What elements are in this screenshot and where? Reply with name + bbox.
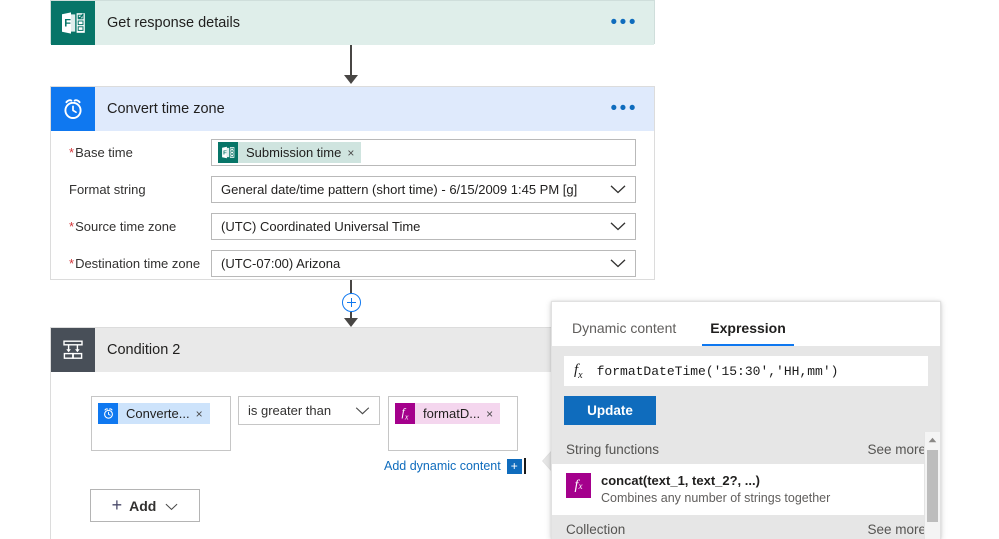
function-fx-icon: fx bbox=[574, 361, 583, 381]
required-asterisk: * bbox=[69, 256, 75, 271]
add-dynamic-content-link[interactable]: Add dynamic content + bbox=[384, 458, 526, 474]
token-label: Submission time bbox=[246, 145, 342, 160]
base-time-input[interactable]: F Submission time × bbox=[211, 139, 636, 166]
card-header: Condition 2 bbox=[51, 328, 609, 372]
card-title: Condition 2 bbox=[107, 342, 181, 358]
alarm-clock-icon bbox=[98, 403, 118, 424]
section-title: String functions bbox=[566, 442, 660, 457]
destination-time-zone-value: (UTC-07:00) Arizona bbox=[221, 256, 341, 271]
field-label-destination-time-zone: *Destination time zone bbox=[69, 256, 201, 271]
condition-left-operand-input[interactable]: Converte... × bbox=[91, 396, 231, 451]
field-source-time-zone: *Source time zone (UTC) Coordinated Univ… bbox=[69, 213, 636, 240]
chevron-down-icon bbox=[165, 498, 178, 514]
condition-right-operand-input[interactable]: fx formatD... × bbox=[388, 396, 518, 451]
token-submission-time[interactable]: F Submission time × bbox=[218, 142, 362, 163]
function-description: Combines any number of strings together bbox=[601, 491, 831, 505]
source-time-zone-value: (UTC) Coordinated Universal Time bbox=[221, 219, 421, 234]
svg-text:F: F bbox=[223, 150, 227, 156]
format-string-dropdown[interactable]: General date/time pattern (short time) -… bbox=[211, 176, 636, 203]
scrollbar-up-arrow[interactable] bbox=[925, 432, 940, 448]
scrollbar-thumb[interactable] bbox=[927, 450, 938, 522]
expression-value: formatDateTime('15:30','HH,mm') bbox=[596, 363, 839, 379]
function-list-item-concat[interactable]: fx concat(text_1, text_2?, ...) Combines… bbox=[552, 464, 940, 515]
token-label: formatD... bbox=[423, 406, 481, 421]
expression-input[interactable]: fx formatDateTime('15:30','HH,mm') bbox=[564, 356, 928, 386]
panel-tab-list: Dynamic content Expression bbox=[552, 302, 940, 346]
function-fx-icon: fx bbox=[566, 473, 591, 498]
token-remove-button[interactable]: × bbox=[196, 407, 210, 421]
see-more-link-string-functions[interactable]: See more bbox=[867, 442, 926, 457]
card-title: Get response details bbox=[107, 15, 240, 31]
add-dynamic-content-plus-icon[interactable]: + bbox=[506, 458, 522, 474]
field-label-base-time: *Base time bbox=[69, 145, 133, 160]
see-more-link-collection[interactable]: See more bbox=[867, 522, 926, 537]
condition-operator-value: is greater than bbox=[248, 403, 332, 418]
card-icon-slot bbox=[51, 87, 95, 131]
text-cursor-caret bbox=[523, 458, 526, 474]
tab-dynamic-content[interactable]: Dynamic content bbox=[564, 320, 684, 346]
card-icon-slot bbox=[51, 328, 95, 372]
card-overflow-menu-button[interactable]: ••• bbox=[611, 99, 638, 118]
token-converted-time[interactable]: Converte... × bbox=[98, 403, 210, 424]
card-icon-slot: F bbox=[51, 1, 95, 45]
field-destination-time-zone: *Destination time zone (UTC-07:00) Arizo… bbox=[69, 250, 636, 277]
action-card-convert-time-zone[interactable]: Convert time zone ••• *Base time F Submi… bbox=[50, 86, 655, 280]
function-fx-icon: fx bbox=[395, 403, 415, 424]
chevron-down-icon bbox=[610, 256, 626, 271]
convert-time-zone-fields: *Base time F Submission time × Format st… bbox=[51, 131, 654, 297]
update-button[interactable]: Update bbox=[564, 396, 656, 425]
connector-arrow-forms-to-ctz bbox=[344, 75, 358, 84]
token-remove-button[interactable]: × bbox=[347, 146, 361, 160]
condition-branch-icon bbox=[51, 328, 95, 372]
destination-time-zone-dropdown[interactable]: (UTC-07:00) Arizona bbox=[211, 250, 636, 277]
function-name: concat(text_1, text_2?, ...) bbox=[601, 473, 760, 488]
token-format-datetime-expression[interactable]: fx formatD... × bbox=[395, 403, 501, 424]
condition-expression-row: Converte... × is greater than fx formatD… bbox=[51, 372, 609, 474]
required-asterisk: * bbox=[69, 145, 75, 160]
condition-operator-dropdown[interactable]: is greater than bbox=[238, 396, 380, 425]
section-header-collection: Collection See more bbox=[552, 515, 940, 539]
card-title: Convert time zone bbox=[107, 101, 225, 117]
expression-editor-area: fx formatDateTime('15:30','HH,mm') Updat… bbox=[552, 346, 940, 435]
connector-arrow-to-condition bbox=[344, 318, 358, 327]
action-card-get-response-details[interactable]: F Get response details ••• bbox=[50, 0, 655, 45]
microsoft-forms-icon: F bbox=[51, 1, 95, 45]
add-action-label: Add bbox=[129, 497, 157, 514]
add-action-button[interactable]: + Add bbox=[90, 489, 200, 522]
microsoft-forms-icon: F bbox=[218, 142, 238, 163]
card-header: Convert time zone ••• bbox=[51, 87, 654, 131]
chevron-down-icon bbox=[610, 219, 626, 234]
token-remove-button[interactable]: × bbox=[486, 407, 500, 421]
svg-text:F: F bbox=[64, 18, 71, 30]
token-label: Converte... bbox=[126, 406, 190, 421]
required-asterisk: * bbox=[69, 219, 75, 234]
chevron-down-icon bbox=[610, 182, 626, 197]
field-format-string: Format string General date/time pattern … bbox=[69, 176, 636, 203]
format-string-value: General date/time pattern (short time) -… bbox=[221, 182, 578, 197]
tab-expression[interactable]: Expression bbox=[702, 320, 794, 346]
field-label-format-string: Format string bbox=[69, 182, 146, 197]
chevron-down-icon bbox=[355, 403, 370, 418]
panel-scrollbar[interactable] bbox=[924, 432, 940, 539]
field-label-source-time-zone: *Source time zone bbox=[69, 219, 177, 234]
field-base-time: *Base time F Submission time × bbox=[69, 139, 636, 166]
alarm-clock-icon bbox=[51, 87, 95, 131]
function-text-block: concat(text_1, text_2?, ...) Combines an… bbox=[601, 473, 830, 506]
plus-icon: + bbox=[111, 495, 123, 515]
source-time-zone-dropdown[interactable]: (UTC) Coordinated Universal Time bbox=[211, 213, 636, 240]
add-dynamic-content-label: Add dynamic content bbox=[384, 459, 501, 473]
section-header-string-functions: String functions See more bbox=[552, 435, 940, 464]
connector-line-forms-to-ctz bbox=[350, 44, 352, 77]
dynamic-content-panel: Dynamic content Expression fx formatDate… bbox=[551, 301, 941, 539]
section-title: Collection bbox=[566, 522, 626, 537]
card-header: F Get response details ••• bbox=[51, 1, 654, 45]
condition-operands: Converte... × is greater than fx formatD… bbox=[91, 396, 609, 451]
card-overflow-menu-button[interactable]: ••• bbox=[611, 13, 638, 32]
